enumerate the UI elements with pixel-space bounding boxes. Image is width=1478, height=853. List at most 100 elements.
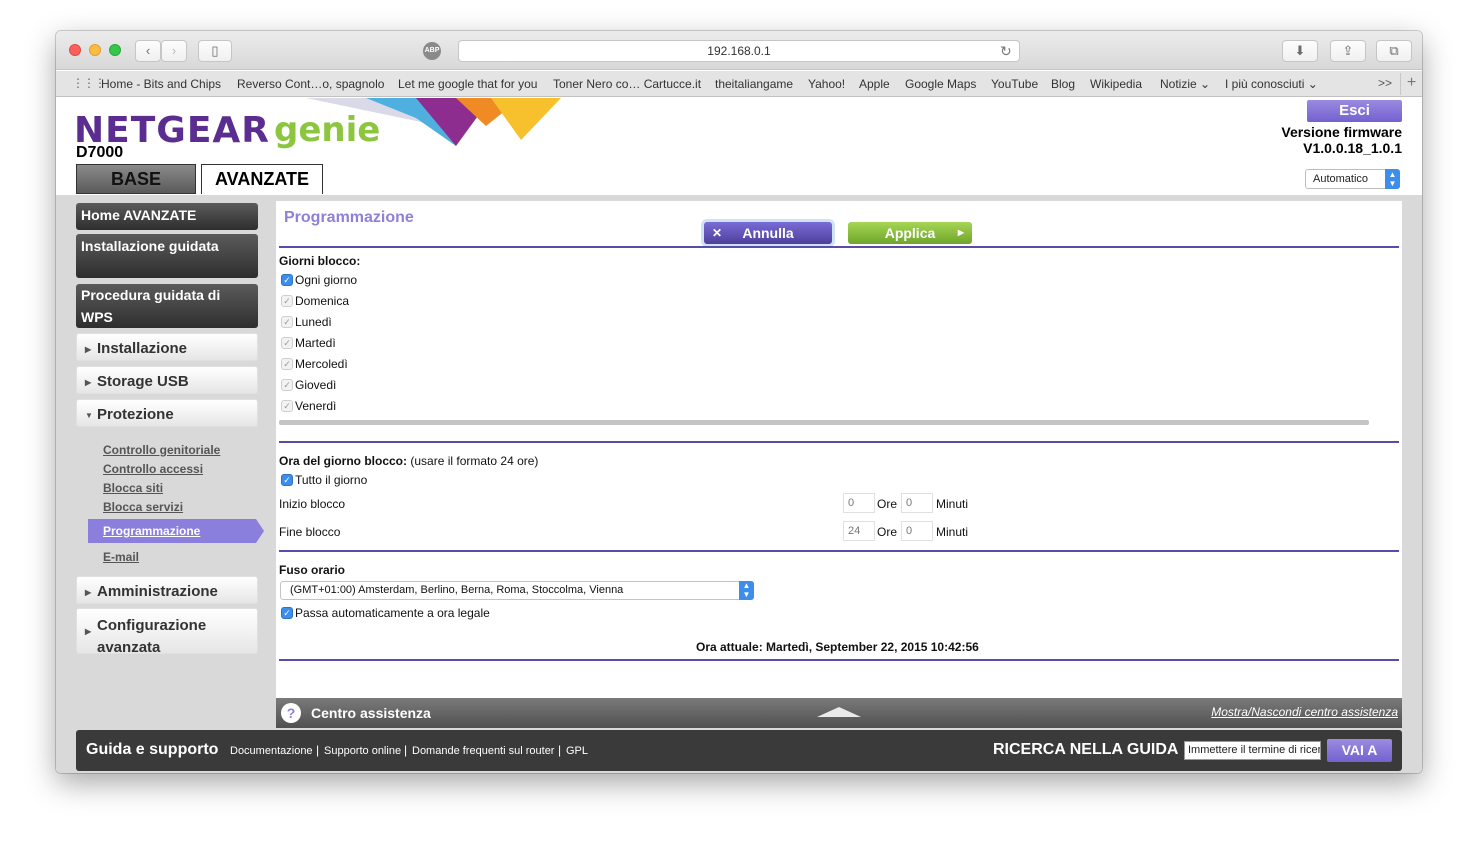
- day-label: Giovedì: [295, 378, 337, 392]
- bookmark-item[interactable]: YouTube: [991, 77, 1038, 91]
- divider: [279, 441, 1399, 443]
- model-name: D7000: [76, 144, 124, 161]
- hours-unit: Ore: [877, 497, 898, 511]
- all-day-checkbox[interactable]: ✓: [281, 474, 293, 486]
- apply-button[interactable]: Applica ▶: [848, 222, 972, 244]
- firmware-version: V1.0.0.18_1.0.1: [1303, 140, 1402, 156]
- bookmark-item[interactable]: theitaliangame: [715, 77, 793, 91]
- expand-up-icon[interactable]: [817, 707, 861, 717]
- sidebar-item-security[interactable]: ▼ Protezione: [76, 399, 258, 427]
- documentation-link[interactable]: Documentazione: [230, 745, 313, 757]
- time-label: Ora del giorno blocco: (usare il formato…: [279, 454, 538, 468]
- help-toggle-link[interactable]: Mostra/Nascondi centro assistenza: [1211, 705, 1398, 719]
- adblock-icon[interactable]: ABP: [423, 42, 441, 60]
- arrow-right-icon: ▶: [957, 228, 964, 237]
- start-hour-input[interactable]: 0: [843, 493, 875, 513]
- day-label: Ogni giorno: [295, 273, 358, 287]
- minutes-unit: Minuti: [936, 525, 969, 539]
- day-checkbox[interactable]: ✓: [281, 337, 293, 349]
- end-minute-input[interactable]: 0: [901, 521, 933, 541]
- tabs-icon[interactable]: ⧉: [1376, 40, 1412, 62]
- sidebar-item-setup-wizard[interactable]: Installazione guidata: [76, 234, 258, 278]
- dst-label: Passa automaticamente a ora legale: [295, 606, 490, 620]
- bookmark-item[interactable]: Wikipedia: [1090, 77, 1142, 91]
- gpl-link[interactable]: GPL: [566, 745, 588, 757]
- separator: |: [316, 743, 320, 757]
- day-checkbox[interactable]: ✓: [281, 274, 293, 286]
- support-title: Guida e supporto: [86, 741, 219, 758]
- horizontal-scrollbar[interactable]: [279, 420, 1369, 425]
- search-help-label: RICERCA NELLA GUIDA: [993, 741, 1179, 758]
- online-support-link[interactable]: Supporto online: [324, 745, 401, 757]
- minimize-window-button[interactable]: [89, 44, 101, 56]
- bookmark-item[interactable]: Reverso Cont…o, spagnolo: [237, 77, 384, 91]
- help-center-bar: ? Centro assistenza Mostra/Nascondi cent…: [276, 698, 1402, 728]
- day-label: Domenica: [295, 294, 350, 308]
- minutes-unit: Minuti: [936, 497, 969, 511]
- search-input[interactable]: Immettere il termine di ricerca: [1184, 741, 1321, 760]
- search-go-button[interactable]: VAI A: [1327, 739, 1392, 762]
- sidebar-subitem-block-sites[interactable]: Blocca siti: [103, 481, 163, 495]
- tab-advanced[interactable]: AVANZATE: [201, 164, 323, 194]
- router-page: NETGEAR genie D7000 BASE AVANZATE Esci V…: [56, 98, 1422, 773]
- sidebar-item-label: Protezione: [97, 406, 174, 423]
- faq-link[interactable]: Domande frequenti sul router: [412, 745, 554, 757]
- bookmark-item[interactable]: Home - Bits and Chips: [101, 77, 221, 91]
- sidebar-subitem-schedule[interactable]: Programmazione: [88, 519, 264, 543]
- sidebar-item-wps-wizard[interactable]: Procedura guidata di WPS: [76, 284, 258, 328]
- day-checkbox[interactable]: ✓: [281, 400, 293, 412]
- day-checkbox[interactable]: ✓: [281, 316, 293, 328]
- cancel-button[interactable]: ✕ Annulla: [704, 222, 832, 244]
- bookmark-item[interactable]: Toner Nero co… Cartucce.it: [553, 77, 701, 91]
- sidebar-subitem-parental-control[interactable]: Controllo genitoriale: [103, 443, 220, 457]
- bookmark-item[interactable]: Let me google that for you: [398, 77, 537, 91]
- sidebar-item-usb-storage[interactable]: ▶ Storage USB: [76, 366, 258, 394]
- firmware-label: Versione firmware: [1281, 124, 1402, 140]
- forward-button[interactable]: ›: [161, 40, 187, 62]
- end-label: Fine blocco: [279, 525, 341, 539]
- close-window-button[interactable]: [69, 44, 81, 56]
- day-checkbox[interactable]: ✓: [281, 379, 293, 391]
- logout-button[interactable]: Esci: [1307, 100, 1402, 122]
- sidebar-subitem-block-services[interactable]: Blocca servizi: [103, 500, 183, 514]
- language-select[interactable]: Automatico ▲ ▼: [1305, 169, 1400, 189]
- timezone-select[interactable]: (GMT+01:00) Amsterdam, Berlino, Berna, R…: [280, 581, 754, 600]
- new-tab-button[interactable]: +: [1400, 73, 1422, 95]
- cancel-label: Annulla: [742, 225, 794, 241]
- bookmark-item[interactable]: Apple: [859, 77, 890, 91]
- tab-base[interactable]: BASE: [76, 164, 196, 194]
- more-bookmarks-button[interactable]: >>: [1378, 76, 1392, 90]
- dst-checkbox[interactable]: ✓: [281, 607, 293, 619]
- bookmark-item[interactable]: Blog: [1051, 77, 1075, 91]
- bookmark-folder[interactable]: I più conosciuti ⌄: [1225, 77, 1318, 91]
- bookmark-folder[interactable]: Notizie ⌄: [1160, 77, 1210, 91]
- close-icon: ✕: [712, 226, 723, 240]
- hours-unit: Ore: [877, 525, 898, 539]
- browser-window: ‹ › ▯ ABP 192.168.0.1 ↻ ⬇ ⇪ ⧉ ⋮⋮⋮ Home -…: [56, 31, 1422, 773]
- sidebar-subitem-access-control[interactable]: Controllo accessi: [103, 462, 203, 476]
- sidebar-item-installation[interactable]: ▶ Installazione: [76, 333, 258, 361]
- share-icon[interactable]: ⇪: [1330, 40, 1366, 62]
- collapse-arrow-icon: ▼: [85, 411, 93, 420]
- day-checkbox[interactable]: ✓: [281, 358, 293, 370]
- help-icon[interactable]: ?: [281, 703, 301, 723]
- sidebar-item-home[interactable]: Home AVANZATE: [76, 203, 258, 230]
- divider: [279, 550, 1399, 552]
- divider: [279, 659, 1399, 661]
- sidebar-item-advanced-setup[interactable]: ▶ Configurazione avanzata: [76, 608, 258, 656]
- bookmark-item[interactable]: Yahoo!: [808, 77, 845, 91]
- sidebar-item-administration[interactable]: ▶ Amministrazione: [76, 576, 258, 604]
- day-checkbox[interactable]: ✓: [281, 295, 293, 307]
- sidebar-toggle-icon[interactable]: ▯: [198, 40, 232, 62]
- bookmarks-bar: ⋮⋮⋮ Home - Bits and Chips Reverso Cont…o…: [56, 71, 1422, 97]
- end-hour-input[interactable]: 24: [843, 521, 875, 541]
- start-minute-input[interactable]: 0: [901, 493, 933, 513]
- address-bar[interactable]: 192.168.0.1: [458, 40, 1020, 62]
- reload-icon[interactable]: ↻: [1000, 40, 1012, 62]
- back-button[interactable]: ‹: [135, 40, 161, 62]
- sidebar-subitem-email[interactable]: E-mail: [103, 550, 139, 564]
- downloads-icon[interactable]: ⬇: [1282, 40, 1318, 62]
- zoom-window-button[interactable]: [109, 44, 121, 56]
- bookmark-item[interactable]: Google Maps: [905, 77, 976, 91]
- page-title: Programmazione: [284, 209, 414, 226]
